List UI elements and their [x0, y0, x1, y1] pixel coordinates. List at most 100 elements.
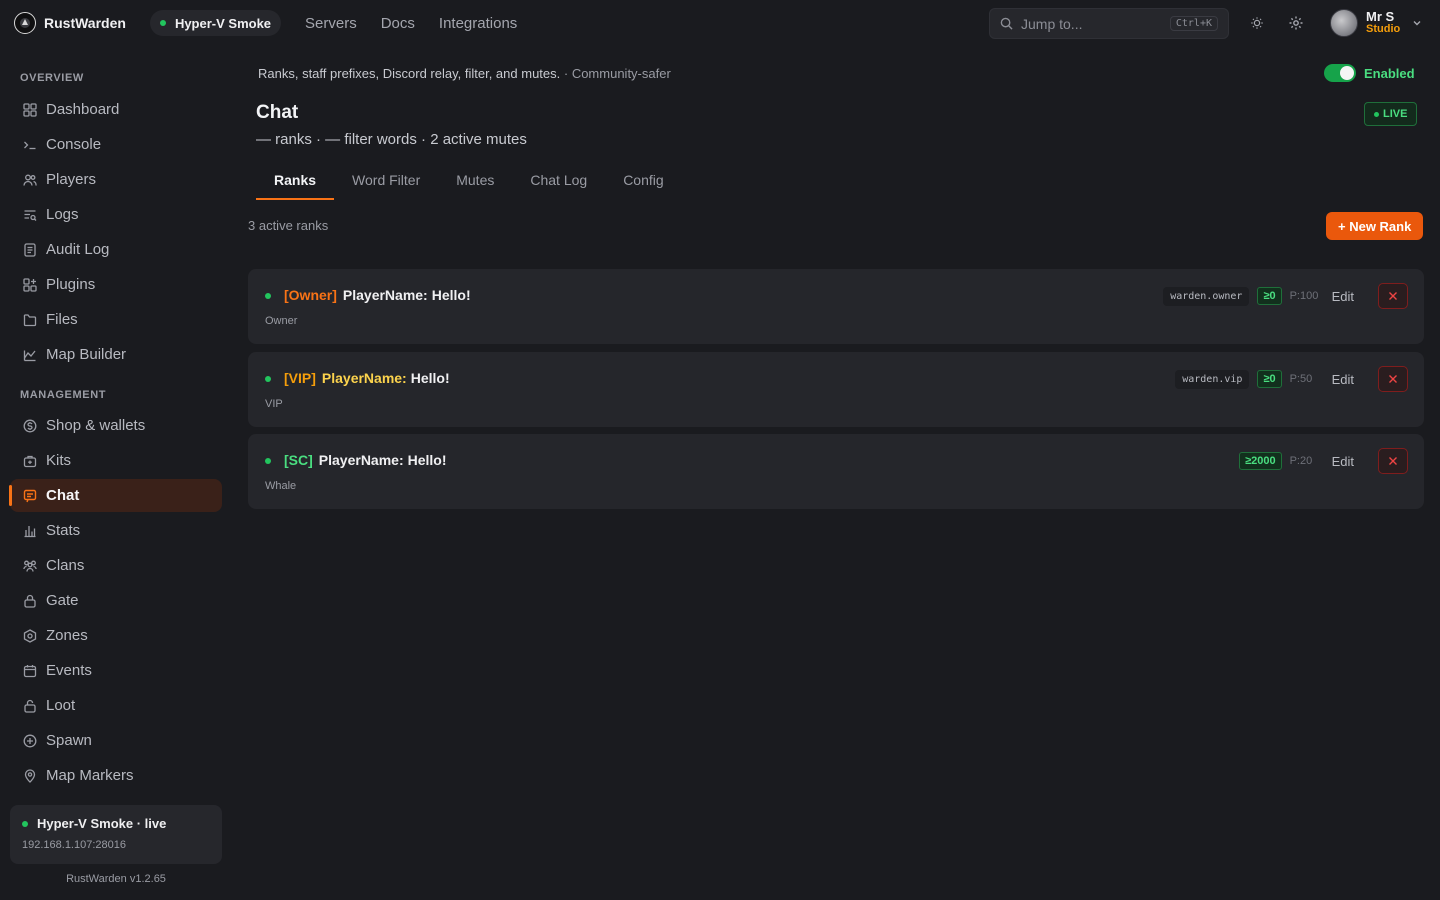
jump-search[interactable]: Ctrl+K	[989, 8, 1229, 39]
sidebar-item-clans[interactable]: Clans	[10, 549, 222, 582]
rank-permission: warden.owner	[1163, 286, 1250, 306]
kit-icon	[22, 453, 38, 469]
delete-rank-button[interactable]	[1378, 448, 1408, 474]
document-icon	[22, 242, 38, 258]
rustwarden-logo-icon	[14, 12, 36, 34]
plus-circle-icon	[22, 733, 38, 749]
edit-rank-button[interactable]: Edit	[1332, 454, 1354, 469]
live-badge: LIVE	[1364, 102, 1418, 126]
coin-icon	[22, 418, 38, 434]
gear-icon	[1289, 16, 1303, 30]
nav-integrations[interactable]: Integrations	[439, 15, 517, 32]
rank-row[interactable]: [VIP] PlayerName: Hello! VIP warden.vip …	[248, 352, 1424, 427]
search-input[interactable]	[1021, 15, 1161, 32]
rank-count: 3 active ranks	[248, 218, 329, 233]
rank-row[interactable]: [SC] PlayerName: Hello! Whale ≥2000 P:20…	[248, 434, 1424, 509]
live-dot	[1374, 111, 1379, 117]
sidebar-item-label: Players	[46, 171, 97, 188]
rank-prefix: [VIP]	[284, 370, 316, 386]
nav-servers[interactable]: Servers	[305, 15, 357, 32]
sidebar-item-label: Chat	[46, 487, 80, 504]
sidebar-item-console[interactable]: Console	[10, 128, 222, 161]
server-selector[interactable]: Hyper-V Smoke	[149, 10, 282, 36]
edit-rank-button[interactable]: Edit	[1332, 289, 1354, 304]
user-menu[interactable]: Mr S Studio	[1330, 9, 1422, 37]
rank-row[interactable]: [Owner] PlayerName: Hello! Owner warden.…	[248, 269, 1424, 344]
toggle-switch[interactable]	[1324, 64, 1356, 82]
terminal-icon	[22, 137, 38, 153]
brand[interactable]: RustWarden	[14, 12, 126, 34]
sidebar-item-label: Stats	[46, 522, 81, 539]
tab-bar: Ranks Word Filter Mutes Chat Log Config	[256, 164, 682, 200]
sidebar-item-zones[interactable]: Zones	[10, 619, 222, 652]
close-icon	[1389, 292, 1397, 300]
sidebar-item-label: Events	[46, 662, 92, 679]
sidebar-item-plugins[interactable]: Plugins	[10, 268, 222, 301]
sidebar-item-dashboard[interactable]: Dashboard	[10, 93, 222, 126]
avatar	[1330, 9, 1358, 37]
rank-preview: [Owner] PlayerName: Hello!	[265, 287, 471, 303]
clans-icon	[22, 558, 38, 574]
rank-status-dot	[265, 376, 271, 382]
close-icon	[1389, 375, 1397, 383]
sidebar-item-label: Audit Log	[46, 241, 110, 258]
rank-label: Owner	[265, 315, 298, 327]
rank-priority: P:20	[1289, 455, 1313, 467]
loot-icon	[22, 698, 38, 714]
toggle-label: Enabled	[1364, 65, 1415, 81]
rank-min-badge: ≥0	[1257, 287, 1282, 305]
sidebar-item-players[interactable]: Players	[10, 163, 222, 196]
sidebar-item-map-markers[interactable]: Map Markers	[10, 759, 222, 792]
sidebar-item-shop[interactable]: Shop & wallets	[10, 409, 222, 442]
rank-label: Whale	[265, 480, 297, 492]
status-title: Hyper-V Smoke · live	[37, 816, 167, 831]
rank-player: PlayerName:	[318, 452, 404, 468]
tab-ranks[interactable]: Ranks	[256, 164, 335, 200]
user-text: Mr S Studio	[1366, 10, 1400, 36]
server-status-card[interactable]: Hyper-V Smoke · live 192.168.1.107:28016	[10, 805, 222, 864]
sidebar-item-stats[interactable]: Stats	[10, 514, 222, 547]
page-title: Chat	[256, 102, 299, 123]
rank-min-badge: ≥2000	[1239, 452, 1282, 470]
sidebar-item-kits[interactable]: Kits	[10, 444, 222, 477]
user-org: Studio	[1366, 23, 1401, 35]
rank-priority: P:50	[1289, 373, 1313, 385]
light-theme-button[interactable]	[1247, 13, 1267, 33]
sidebar-item-events[interactable]: Events	[10, 654, 222, 687]
sidebar-item-logs[interactable]: Logs	[10, 198, 222, 231]
tab-word-filter[interactable]: Word Filter	[334, 164, 438, 200]
rank-prefix: [Owner]	[284, 287, 337, 303]
sidebar-item-spawn[interactable]: Spawn	[10, 724, 222, 757]
map-builder-icon	[22, 347, 38, 363]
sidebar-item-files[interactable]: Files	[10, 303, 222, 336]
tab-chat-log[interactable]: Chat Log	[512, 164, 605, 200]
edit-rank-button[interactable]: Edit	[1332, 372, 1354, 387]
tab-mutes[interactable]: Mutes	[438, 164, 512, 200]
sidebar-item-loot[interactable]: Loot	[10, 689, 222, 722]
sidebar-item-label: Map Markers	[46, 767, 134, 784]
sidebar-item-chat[interactable]: Chat	[9, 479, 222, 512]
search-icon	[1000, 17, 1013, 30]
new-rank-button[interactable]: + New Rank	[1326, 212, 1424, 240]
rank-actions: warden.owner ≥0 P:100 Edit	[1163, 283, 1408, 309]
plugins-icon	[22, 277, 38, 293]
sidebar-item-label: Spawn	[46, 732, 92, 749]
tab-config[interactable]: Config	[605, 164, 681, 200]
sidebar-item-audit-log[interactable]: Audit Log	[10, 233, 222, 266]
server-name: Hyper-V Smoke	[174, 15, 272, 31]
server-address: 192.168.1.107:28016	[22, 839, 126, 851]
users-icon	[22, 172, 38, 188]
settings-button[interactable]	[1286, 13, 1306, 33]
zone-icon	[22, 628, 38, 644]
enabled-toggle[interactable]: Enabled	[1324, 64, 1415, 82]
close-icon	[1389, 457, 1397, 465]
sidebar-item-gate[interactable]: Gate	[10, 584, 222, 617]
rank-preview: [SC] PlayerName: Hello!	[265, 452, 447, 468]
file-icon	[22, 312, 38, 328]
sidebar-item-map-builder[interactable]: Map Builder	[10, 338, 222, 371]
pin-icon	[22, 768, 38, 784]
delete-rank-button[interactable]	[1378, 283, 1408, 309]
lock-icon	[22, 593, 38, 609]
delete-rank-button[interactable]	[1378, 366, 1408, 392]
nav-docs[interactable]: Docs	[381, 15, 415, 32]
